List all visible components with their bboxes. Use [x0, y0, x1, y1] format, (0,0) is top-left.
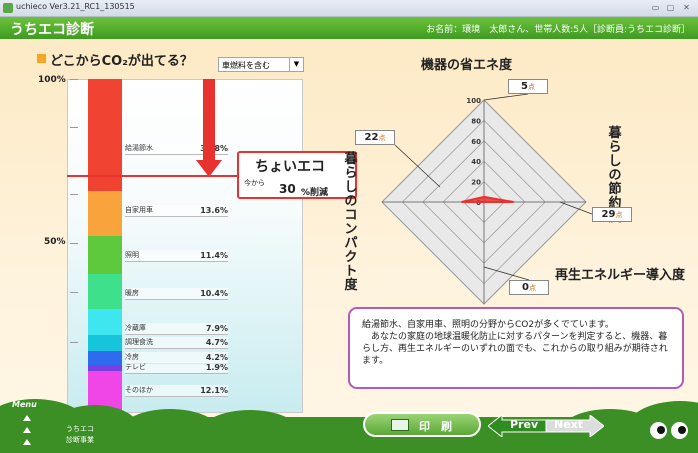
- score-equipment: 5点: [508, 79, 548, 94]
- eye: [671, 422, 688, 439]
- score-renewable: 0点: [509, 280, 549, 295]
- radar-leader-line: [483, 93, 529, 101]
- score-unit: 点: [378, 134, 386, 142]
- score-value: 22: [364, 132, 379, 143]
- pupil: [657, 426, 665, 434]
- close-button[interactable]: ✕: [681, 2, 692, 13]
- score-value: 0: [522, 282, 529, 293]
- comment-line: あなたの家庭の地球温暖化防止に対するパターンを判定すると、機器、暮らし方、再生エ…: [362, 332, 668, 366]
- next-button-label[interactable]: Next: [554, 418, 583, 431]
- printer-icon: [391, 419, 409, 431]
- radar-scale-label: 80: [471, 117, 481, 125]
- score-unit: 点: [615, 211, 623, 219]
- comment-box: 給湯節水、自家用車、照明の分野からCO2が多くでています。 あなたの家庭の地球温…: [348, 307, 684, 389]
- comment-text: 給湯節水、自家用車、照明の分野からCO2が多くでています。 あなたの家庭の地球温…: [362, 319, 676, 367]
- radar-scale-label: 20: [471, 179, 481, 187]
- window-titlebar: uchieco Ver3.21_RC1_130515 ▭ ▢ ✕: [0, 0, 698, 17]
- brand-line2: 診断事業: [66, 436, 94, 444]
- score-unit: 点: [528, 284, 536, 292]
- app-window: uchieco Ver3.21_RC1_130515 ▭ ▢ ✕ うちエコ診断 …: [0, 0, 698, 453]
- menu-label[interactable]: Menu: [12, 400, 37, 409]
- eye: [650, 422, 667, 439]
- menu-arrows-icon[interactable]: [22, 413, 32, 449]
- pupil: [678, 426, 686, 434]
- print-button[interactable]: 印 刷: [363, 412, 481, 437]
- score-saving: 29点: [592, 207, 632, 222]
- radar-axis-label-compact: 暮らしのコンパクト度: [344, 152, 358, 293]
- score-value: 29: [601, 209, 616, 220]
- radar-scale-label: 40: [471, 158, 481, 166]
- radar-scale-label: 100: [466, 97, 481, 105]
- score-compact: 22点: [355, 130, 395, 145]
- radar-scale-label: 60: [471, 138, 481, 146]
- comment-line: 給湯節水、自家用車、照明の分野からCO2が多くでています。: [362, 320, 614, 330]
- score-value: 5: [521, 81, 528, 92]
- maximize-button[interactable]: ▢: [665, 2, 676, 13]
- app-icon: [3, 3, 13, 13]
- app-body: うちエコ診断 お名前：環境 太郎さん、世帯人数:5人［診断員:うちエコ診断］ ど…: [0, 17, 698, 453]
- radar-axis-label-equipment: 機器の省エネ度: [421, 58, 513, 73]
- window-title: uchieco Ver3.21_RC1_130515: [16, 2, 135, 11]
- brand-line1: うちエコ: [66, 425, 94, 433]
- prev-button-label[interactable]: Prev: [510, 418, 538, 431]
- print-button-label: 印 刷: [419, 420, 452, 433]
- score-unit: 点: [527, 83, 535, 91]
- minimize-button[interactable]: ▭: [650, 2, 661, 13]
- radar-axis-label-renewable: 再生エネルギー導入度: [554, 268, 685, 283]
